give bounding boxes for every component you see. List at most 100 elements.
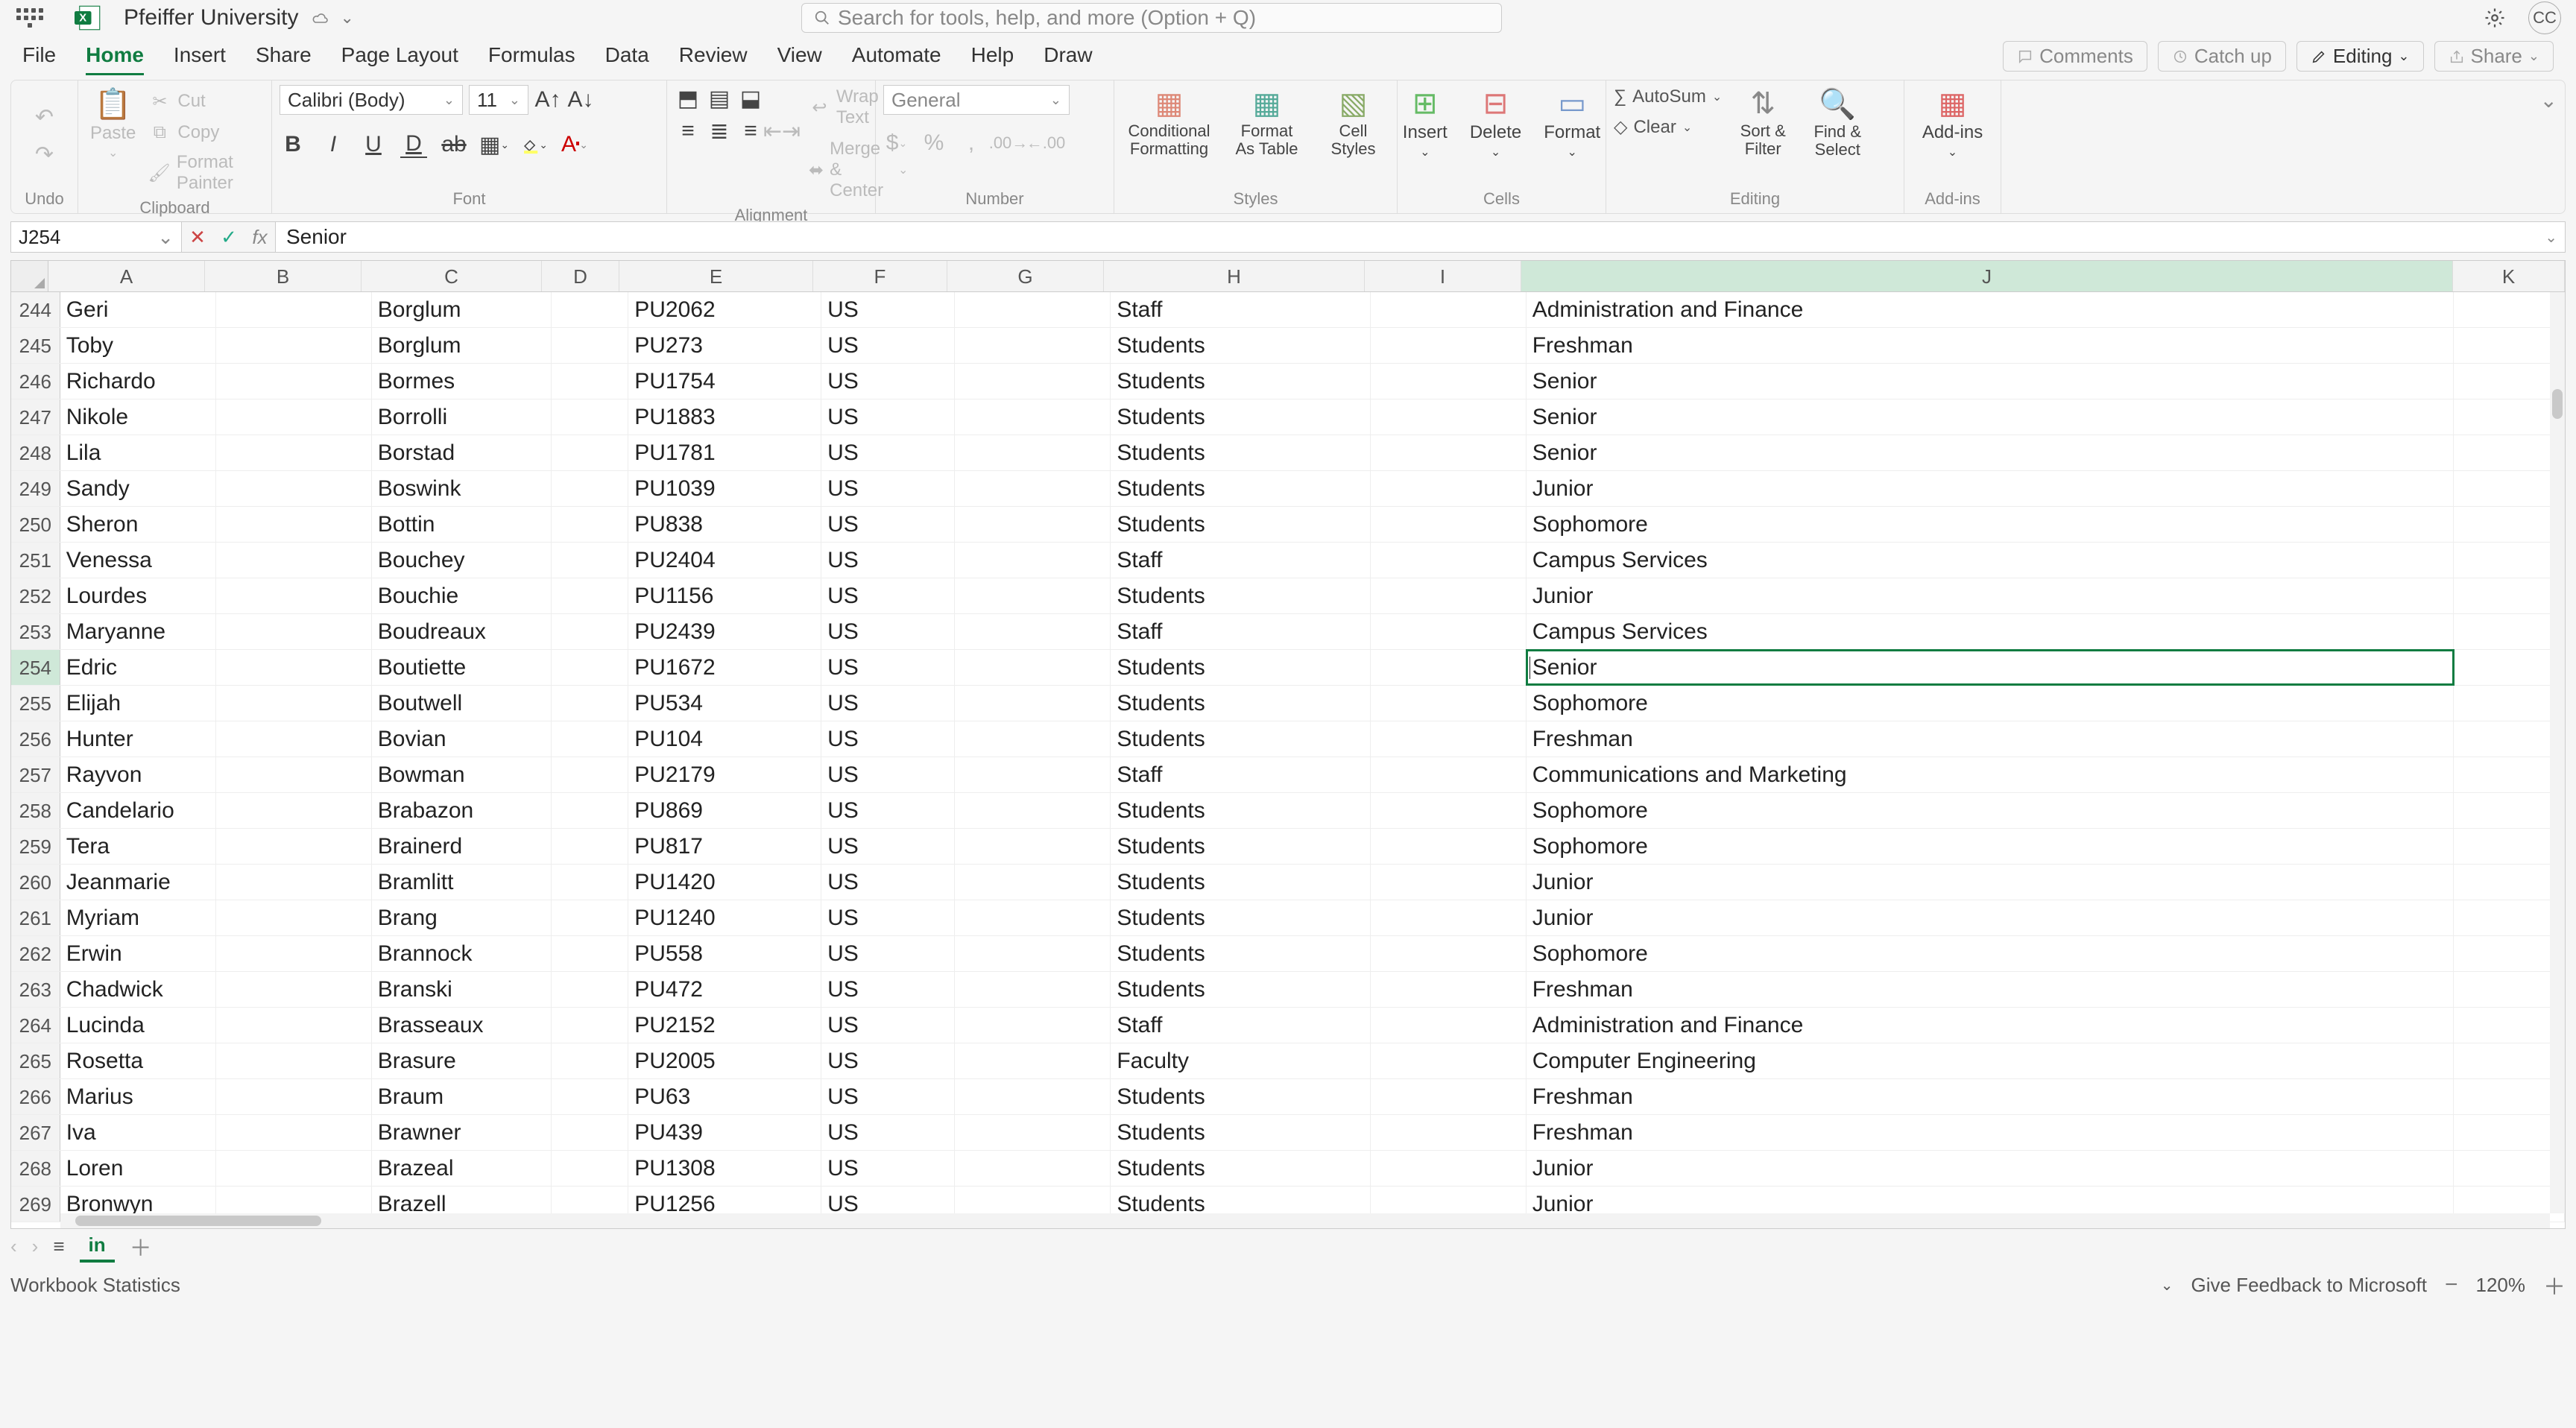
- cell-F253[interactable]: US: [821, 614, 955, 649]
- sort-filter-button[interactable]: ⇅Sort & Filter: [1729, 85, 1796, 159]
- cell-G260[interactable]: [955, 865, 1111, 900]
- cell-C245[interactable]: Borglum: [372, 328, 552, 363]
- cell-E266[interactable]: PU63: [628, 1079, 821, 1114]
- cell-G263[interactable]: [955, 972, 1111, 1007]
- row-header[interactable]: 256: [11, 721, 60, 756]
- cell-K260[interactable]: [2454, 865, 2565, 900]
- cell-I250[interactable]: [1371, 507, 1527, 542]
- cell-J254[interactable]: Senior: [1527, 650, 2454, 685]
- cell-D244[interactable]: [552, 292, 629, 327]
- cut-button[interactable]: ✂Cut: [148, 88, 264, 115]
- cell-A254[interactable]: Edric: [60, 650, 216, 685]
- cell-D256[interactable]: [552, 721, 629, 756]
- cell-C265[interactable]: Brasure: [372, 1043, 552, 1078]
- cell-I257[interactable]: [1371, 757, 1527, 792]
- cell-D257[interactable]: [552, 757, 629, 792]
- search-input[interactable]: Search for tools, help, and more (Option…: [801, 3, 1502, 33]
- cell-I245[interactable]: [1371, 328, 1527, 363]
- cell-K267[interactable]: [2454, 1115, 2565, 1150]
- cell-F258[interactable]: US: [821, 793, 955, 828]
- row-header[interactable]: 261: [11, 900, 60, 935]
- cell-I262[interactable]: [1371, 936, 1527, 971]
- paste-button[interactable]: 📋 Paste ⌄: [86, 85, 140, 162]
- cell-H265[interactable]: Faculty: [1111, 1043, 1370, 1078]
- cell-H268[interactable]: Students: [1111, 1151, 1370, 1186]
- cell-D250[interactable]: [552, 507, 629, 542]
- row-header[interactable]: 250: [11, 507, 60, 542]
- cell-I253[interactable]: [1371, 614, 1527, 649]
- cell-K246[interactable]: [2454, 364, 2565, 399]
- column-header-H[interactable]: H: [1104, 261, 1365, 291]
- cell-J266[interactable]: Freshman: [1527, 1079, 2454, 1114]
- cell-I263[interactable]: [1371, 972, 1527, 1007]
- find-select-button[interactable]: 🔍Find & Select: [1804, 85, 1871, 160]
- cell-I247[interactable]: [1371, 399, 1527, 435]
- cell-F245[interactable]: US: [821, 328, 955, 363]
- cell-D262[interactable]: [552, 936, 629, 971]
- row-header[interactable]: 247: [11, 399, 60, 435]
- cell-F249[interactable]: US: [821, 471, 955, 506]
- menu-home[interactable]: Home: [86, 37, 144, 75]
- cell-F265[interactable]: US: [821, 1043, 955, 1078]
- cell-I255[interactable]: [1371, 686, 1527, 721]
- cell-F261[interactable]: US: [821, 900, 955, 935]
- align-right-button[interactable]: ≡: [737, 118, 764, 145]
- cell-G248[interactable]: [955, 435, 1111, 470]
- cell-A266[interactable]: Marius: [60, 1079, 216, 1114]
- cell-J249[interactable]: Junior: [1527, 471, 2454, 506]
- cell-I268[interactable]: [1371, 1151, 1527, 1186]
- cell-K249[interactable]: [2454, 471, 2565, 506]
- align-center-button[interactable]: ≣: [706, 118, 733, 145]
- horizontal-scrollbar[interactable]: [60, 1213, 2550, 1228]
- cell-B254[interactable]: [216, 650, 372, 685]
- editing-mode-button[interactable]: Editing ⌄: [2296, 41, 2424, 72]
- cell-H260[interactable]: Students: [1111, 865, 1370, 900]
- row-header[interactable]: 249: [11, 471, 60, 506]
- cell-A265[interactable]: Rosetta: [60, 1043, 216, 1078]
- cell-D248[interactable]: [552, 435, 629, 470]
- vertical-scrollbar[interactable]: [2550, 292, 2565, 1213]
- cell-K257[interactable]: [2454, 757, 2565, 792]
- row-header[interactable]: 266: [11, 1079, 60, 1114]
- cell-J260[interactable]: Junior: [1527, 865, 2454, 900]
- status-options-icon[interactable]: ⌄: [2161, 1276, 2174, 1295]
- fill-color-button[interactable]: ⌄: [521, 131, 548, 158]
- decrease-decimal-button[interactable]: ←.00: [1032, 130, 1059, 157]
- cell-J258[interactable]: Sophomore: [1527, 793, 2454, 828]
- cell-E247[interactable]: PU1883: [628, 399, 821, 435]
- cell-F254[interactable]: US: [821, 650, 955, 685]
- cell-A261[interactable]: Myriam: [60, 900, 216, 935]
- cell-F251[interactable]: US: [821, 543, 955, 578]
- cell-K248[interactable]: [2454, 435, 2565, 470]
- cell-D261[interactable]: [552, 900, 629, 935]
- format-cells-button[interactable]: ▭Format⌄: [1539, 85, 1605, 161]
- row-header[interactable]: 255: [11, 686, 60, 721]
- cell-K245[interactable]: [2454, 328, 2565, 363]
- addins-button[interactable]: ▦Add-ins⌄: [1918, 85, 1987, 161]
- cell-B249[interactable]: [216, 471, 372, 506]
- clear-button[interactable]: ◇Clear⌄: [1614, 115, 1722, 139]
- menu-draw[interactable]: Draw: [1044, 37, 1092, 75]
- cell-D258[interactable]: [552, 793, 629, 828]
- cell-D247[interactable]: [552, 399, 629, 435]
- column-header-F[interactable]: F: [813, 261, 947, 291]
- cell-A253[interactable]: Maryanne: [60, 614, 216, 649]
- cell-B264[interactable]: [216, 1008, 372, 1043]
- cell-C264[interactable]: Brasseaux: [372, 1008, 552, 1043]
- cell-D249[interactable]: [552, 471, 629, 506]
- zoom-out-button[interactable]: −: [2445, 1272, 2458, 1298]
- cell-C246[interactable]: Bormes: [372, 364, 552, 399]
- cell-G244[interactable]: [955, 292, 1111, 327]
- cell-K252[interactable]: [2454, 578, 2565, 613]
- cell-J245[interactable]: Freshman: [1527, 328, 2454, 363]
- document-name[interactable]: Pfeiffer University: [124, 5, 299, 31]
- cell-A250[interactable]: Sheron: [60, 507, 216, 542]
- cell-F263[interactable]: US: [821, 972, 955, 1007]
- cell-D245[interactable]: [552, 328, 629, 363]
- row-header[interactable]: 269: [11, 1187, 60, 1222]
- cell-B260[interactable]: [216, 865, 372, 900]
- cell-K259[interactable]: [2454, 829, 2565, 864]
- row-header[interactable]: 265: [11, 1043, 60, 1078]
- cell-G256[interactable]: [955, 721, 1111, 756]
- cell-F255[interactable]: US: [821, 686, 955, 721]
